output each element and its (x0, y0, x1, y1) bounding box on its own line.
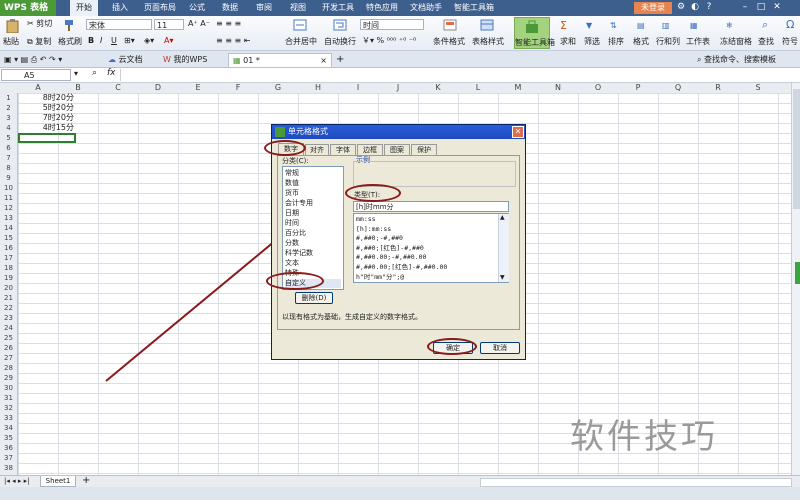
format-cells-dialog: 单元格格式 ✕ 数字 对齐 字体 边框 图案 保护 分类(C): 常规 数值 货币会… (271, 124, 526, 360)
type-list-item[interactable]: #,##0.00;[红色]-#,##0.00 (356, 263, 496, 272)
cell-value[interactable]: 7时20分 (18, 113, 74, 123)
category-item[interactable]: 科学记数 (285, 249, 341, 258)
description-text: 以现有格式为基础，生成自定义的数字格式。 (282, 313, 422, 321)
category-item[interactable]: 数值 (285, 179, 341, 188)
type-list-item[interactable]: #,##0;-#,##0 (356, 234, 496, 243)
tab-pattern[interactable]: 图案 (384, 144, 410, 155)
category-item[interactable]: 分数 (285, 239, 341, 248)
type-list[interactable]: ▲ ▼ mm:ss [h]:mm:ss #,##0;-#,##0 #,##0;[红色]… (353, 213, 509, 283)
category-item[interactable]: 日期 (285, 209, 341, 218)
cell-value[interactable]: 8时20分 (18, 93, 74, 103)
annotation-ring-custom-category (266, 272, 324, 290)
sample-preview (353, 161, 516, 187)
type-list-item[interactable]: h"时"mm"分";@ (356, 273, 496, 282)
type-list-item[interactable]: #,##0;[红色]-#,##0 (356, 244, 496, 253)
type-input[interactable]: [h]时mm分 (353, 201, 509, 212)
tab-font[interactable]: 字体 (330, 144, 356, 155)
type-list-item[interactable]: mm:ss (356, 215, 496, 224)
category-item[interactable]: 常规 (285, 169, 341, 178)
category-item[interactable]: 时间 (285, 219, 341, 228)
dialog-app-icon (275, 127, 285, 137)
category-item[interactable]: 货币 (285, 189, 341, 198)
type-list-scrollbar[interactable]: ▲ ▼ (498, 214, 509, 282)
tab-alignment[interactable]: 对齐 (305, 144, 329, 155)
annotation-ring-ok-button (427, 338, 477, 355)
number-tab-panel: 分类(C): 常规 数值 货币 会计专用 日期 时间 百分比 分数 科学记数 文本 特殊 自定义 示例… (277, 155, 520, 330)
cancel-button[interactable]: 取消 (480, 342, 520, 354)
scroll-down-icon[interactable]: ▼ (500, 274, 505, 281)
category-label: 分类(C): (282, 157, 309, 165)
category-item[interactable]: 文本 (285, 259, 341, 268)
dialog-title[interactable]: 单元格格式 (272, 125, 525, 139)
annotation-ring-type-input (345, 184, 401, 202)
cell-value[interactable]: 4时15分 (18, 123, 74, 133)
tab-protection[interactable]: 保护 (411, 144, 437, 155)
cell-value[interactable]: 5时20分 (18, 103, 74, 113)
category-item[interactable]: 百分比 (285, 229, 341, 238)
annotation-ring-number-tab (264, 140, 306, 156)
category-item[interactable]: 会计专用 (285, 199, 341, 208)
tab-border[interactable]: 边框 (357, 144, 383, 155)
watermark-text: 软件技巧 (570, 417, 718, 457)
type-list-item[interactable]: #,##0.00;-#,##0.00 (356, 253, 496, 262)
scroll-up-icon[interactable]: ▲ (500, 214, 505, 221)
type-list-item[interactable]: [h]:mm:ss (356, 225, 496, 234)
dialog-close-button[interactable]: ✕ (512, 126, 524, 138)
delete-button[interactable]: 删除(D) (295, 292, 333, 304)
